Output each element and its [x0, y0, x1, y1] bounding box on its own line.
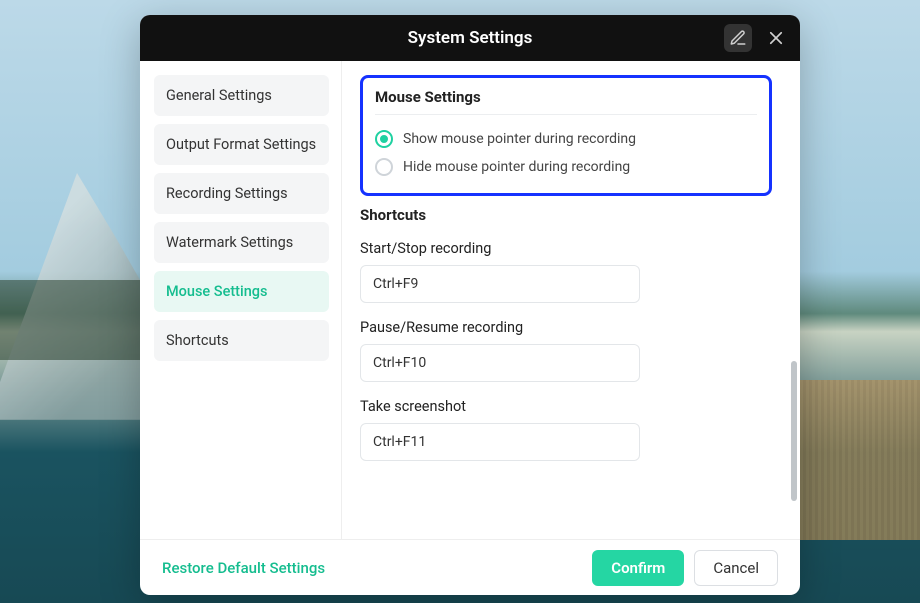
sidebar-item-watermark[interactable]: Watermark Settings [154, 222, 329, 263]
titlebar-actions [724, 15, 790, 61]
sidebar-item-output-format[interactable]: Output Format Settings [154, 124, 329, 165]
radio-show-pointer[interactable]: Show mouse pointer during recording [375, 125, 757, 153]
mouse-settings-title: Mouse Settings [375, 88, 757, 115]
sidebar-item-recording[interactable]: Recording Settings [154, 173, 329, 214]
sidebar-item-shortcuts[interactable]: Shortcuts [154, 320, 329, 361]
shortcuts-title: Shortcuts [360, 206, 772, 224]
titlebar: System Settings [140, 15, 800, 61]
sidebar-item-mouse[interactable]: Mouse Settings [154, 271, 329, 312]
shortcut-pause-input[interactable]: Ctrl+F10 [360, 344, 640, 382]
scrollbar-thumb[interactable] [791, 361, 797, 501]
dialog-body: General Settings Output Format Settings … [140, 61, 800, 539]
mouse-settings-section: Mouse Settings Show mouse pointer during… [360, 75, 772, 196]
content-area: Mouse Settings Show mouse pointer during… [342, 61, 800, 539]
cancel-button[interactable]: Cancel [694, 550, 778, 586]
radio-label: Hide mouse pointer during recording [403, 159, 630, 175]
shortcut-pause-label: Pause/Resume recording [360, 319, 772, 336]
settings-dialog: System Settings General Settings Output … [140, 15, 800, 595]
close-icon[interactable] [762, 24, 790, 52]
shortcut-startstop-label: Start/Stop recording [360, 240, 772, 257]
edit-icon[interactable] [724, 24, 752, 52]
restore-defaults-link[interactable]: Restore Default Settings [162, 559, 325, 577]
dialog-footer: Restore Default Settings Confirm Cancel [140, 539, 800, 595]
radio-icon [375, 158, 393, 176]
radio-label: Show mouse pointer during recording [403, 131, 636, 147]
shortcut-startstop-input[interactable]: Ctrl+F9 [360, 265, 640, 303]
sidebar-item-general[interactable]: General Settings [154, 75, 329, 116]
sidebar: General Settings Output Format Settings … [140, 61, 342, 539]
radio-hide-pointer[interactable]: Hide mouse pointer during recording [375, 153, 757, 181]
shortcut-screenshot-input[interactable]: Ctrl+F11 [360, 423, 640, 461]
radio-icon [375, 130, 393, 148]
confirm-button[interactable]: Confirm [592, 550, 684, 586]
shortcut-screenshot-label: Take screenshot [360, 398, 772, 415]
dialog-title: System Settings [408, 28, 533, 48]
